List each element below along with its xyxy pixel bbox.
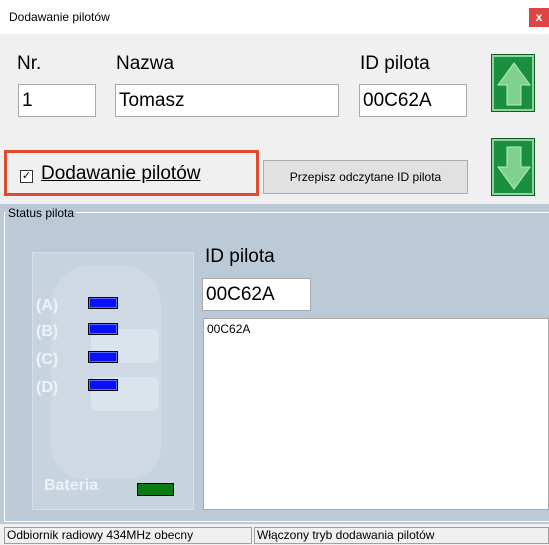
id-pilota-label: ID pilota xyxy=(360,53,430,74)
status-id-label: ID pilota xyxy=(205,246,275,267)
title-bar: Dodawanie pilotów x xyxy=(0,0,549,34)
read-id-list[interactable]: 00C62A xyxy=(203,318,549,510)
led-a xyxy=(88,297,118,309)
add-mode-checkbox-group[interactable]: ✓ Dodawanie pilotów xyxy=(4,150,259,196)
status-id-field[interactable]: 00C62A xyxy=(202,278,311,311)
arrow-down-icon xyxy=(497,146,531,190)
remote-image: (A) (B) (C) (D) Bateria xyxy=(32,252,194,510)
add-mode-checkbox[interactable]: ✓ xyxy=(20,170,33,183)
key-label-a: (A) xyxy=(36,297,59,314)
led-b xyxy=(88,323,118,335)
led-c xyxy=(88,351,118,363)
nr-label: Nr. xyxy=(17,53,42,74)
status-group-title: Status pilota xyxy=(6,206,77,220)
arrow-up-icon xyxy=(497,62,531,106)
battery-led xyxy=(137,483,174,496)
status-bar: Odbiornik radiowy 434MHz obecny Włączony… xyxy=(0,524,549,545)
status-receiver: Odbiornik radiowy 434MHz obecny xyxy=(4,527,252,544)
status-panel: Status pilota (A) (B) (C) (D) Bateria ID… xyxy=(0,204,549,524)
add-mode-label[interactable]: Dodawanie pilotów xyxy=(41,163,201,185)
key-label-b: (B) xyxy=(36,323,59,340)
close-button[interactable]: x xyxy=(529,8,549,27)
list-item[interactable]: 00C62A xyxy=(207,322,548,336)
window-title: Dodawanie pilotów xyxy=(9,10,110,24)
copy-id-button[interactable]: Przepisz odczytane ID pilota xyxy=(263,160,468,194)
move-down-button[interactable] xyxy=(491,138,535,196)
id-pilota-field[interactable]: 00C62A xyxy=(359,84,467,117)
nazwa-field[interactable]: Tomasz xyxy=(115,84,339,117)
nazwa-label: Nazwa xyxy=(116,53,175,74)
battery-label: Bateria xyxy=(44,477,99,494)
move-up-button[interactable] xyxy=(491,54,535,112)
status-mode: Włączony tryb dodawania pilotów xyxy=(254,527,549,544)
key-label-d: (D) xyxy=(36,379,59,396)
led-d xyxy=(88,379,118,391)
nr-field[interactable]: 1 xyxy=(18,84,96,117)
key-label-c: (C) xyxy=(36,351,59,368)
